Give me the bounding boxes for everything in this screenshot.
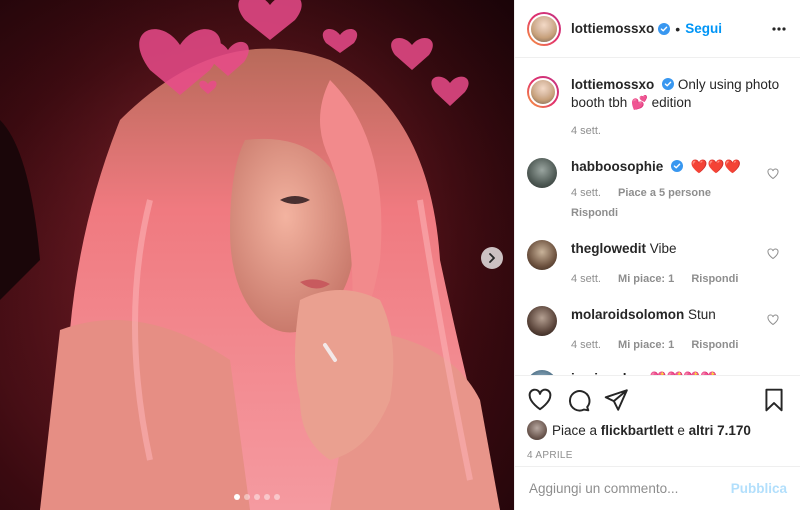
carousel-dot [244,494,250,500]
author-avatar[interactable] [527,76,559,108]
header-separator: • [675,20,681,37]
add-comment-bar: Pubblica [515,466,800,510]
chevron-right-icon [489,253,495,263]
author-username[interactable]: lottiemossxo [571,21,654,36]
comment-likes[interactable]: Piace a 5 persone [618,187,711,199]
carousel-dot [254,494,260,500]
comment-input[interactable] [529,481,731,496]
likes-others[interactable]: altri 7.170 [689,423,751,438]
commenter-avatar[interactable] [527,158,557,188]
carousel-dot [274,494,280,500]
next-slide-button[interactable] [481,247,503,269]
reply-button[interactable]: Rispondi [691,339,738,351]
post-side-panel: lottiemossxo • Segui lottiemossxo Only u… [514,0,800,510]
comment-text: ❤️❤️❤️ [690,159,742,174]
comment-likes[interactable]: Mi piace: 1 [618,339,674,351]
follow-button[interactable]: Segui [685,21,722,36]
like-comment-icon[interactable] [767,168,779,180]
comment-text: Vibe [649,241,677,256]
likes-middle: e [677,422,685,438]
publish-button[interactable]: Pubblica [731,481,787,496]
comment-icon[interactable] [565,387,591,413]
verified-icon [671,160,684,172]
carousel-indicator [0,494,514,500]
reply-button[interactable]: Rispondi [571,207,618,219]
comment-time: 4 sett. [571,187,601,199]
comments-list[interactable]: lottiemossxo Only using photo booth tbh … [515,59,800,375]
photo-illustration [0,0,514,510]
comment-username[interactable]: theglowedit [571,241,646,256]
likes-summary: Piace a flickbartlett e altri 7.170 [527,420,787,440]
carousel-dot [264,494,270,500]
more-icon[interactable] [772,26,786,31]
likes-prefix: Piace a [552,422,598,438]
commenter-avatar[interactable] [527,306,557,336]
post-date: 4 APRILE [527,450,573,461]
verified-icon [658,22,671,35]
reply-button[interactable]: Rispondi [691,273,738,285]
post-header: lottiemossxo • Segui [515,0,800,58]
liker-avatar[interactable] [527,420,547,440]
post-photo[interactable] [0,0,514,510]
caption-username[interactable]: lottiemossxo [571,77,654,92]
author-avatar[interactable] [527,11,561,46]
comment-item: theglowedit Vibe 4 sett. Mi piace: 1 Ris… [527,240,787,288]
caption: lottiemossxo Only using photo booth tbh … [527,76,787,140]
commenter-avatar[interactable] [527,240,557,270]
comment-time: 4 sett. [571,273,601,285]
action-bar [527,376,787,424]
comment-text: Stun [688,307,716,322]
liker-username[interactable]: flickbartlett [601,423,674,438]
comment-username[interactable]: habboosophie [571,159,663,174]
share-icon[interactable] [603,387,629,413]
comment-item: molaroidsolomon Stun 4 sett. Mi piace: 1… [527,306,787,354]
bookmark-icon[interactable] [761,387,787,413]
carousel-dot [234,494,240,500]
comment-username[interactable]: molaroidsolomon [571,307,684,322]
comment-item: habboosophie ❤️❤️❤️ 4 sett. Piace a 5 pe… [527,158,787,222]
comment-likes[interactable]: Mi piace: 1 [618,273,674,285]
verified-icon [662,78,675,90]
comment-time: 4 sett. [571,339,601,351]
like-comment-icon[interactable] [767,314,779,326]
post-actions-section: Piace a flickbartlett e altri 7.170 4 AP… [515,375,800,461]
heart-icon[interactable] [527,387,553,413]
like-comment-icon[interactable] [767,248,779,260]
caption-time: 4 sett. [571,125,601,137]
